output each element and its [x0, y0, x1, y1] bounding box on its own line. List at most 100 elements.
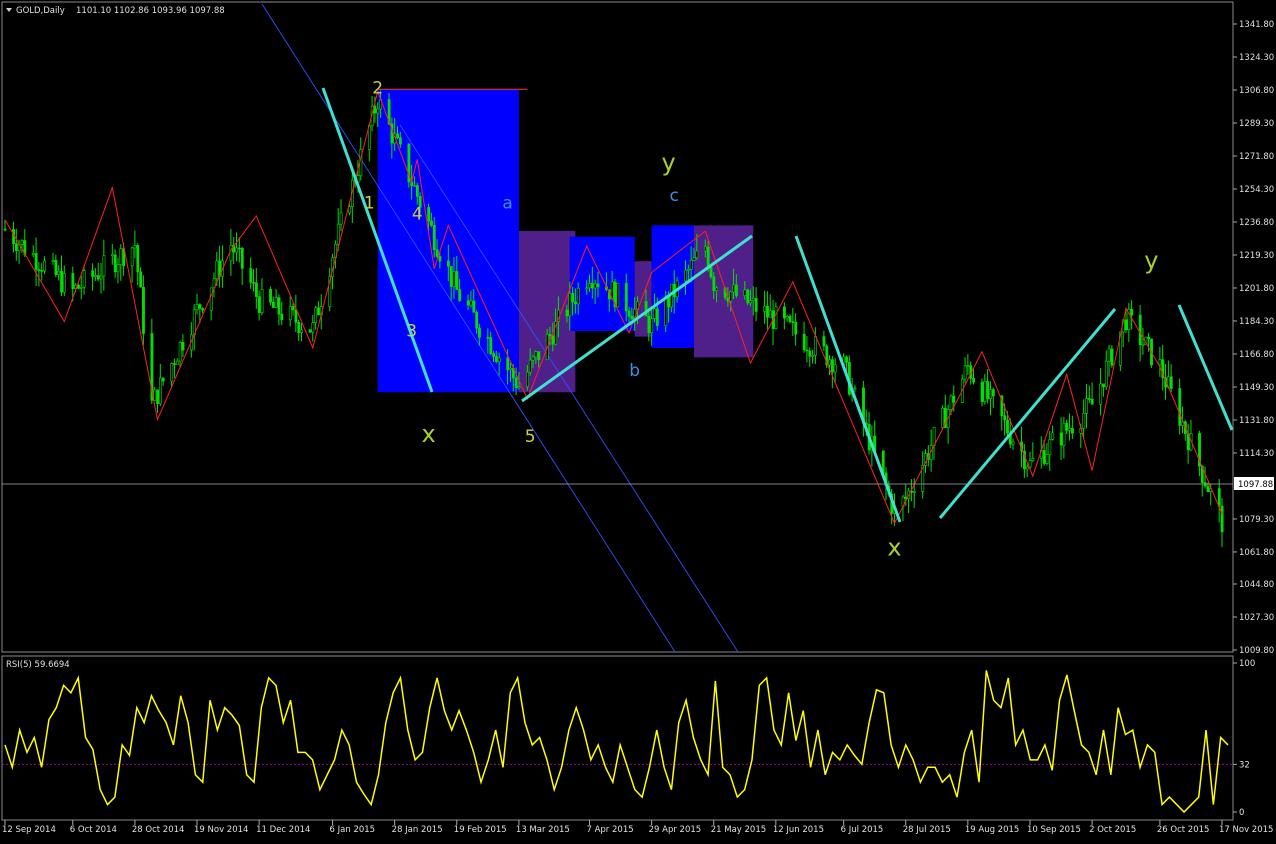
- price-tick-label: 1341.80: [1239, 20, 1274, 30]
- candle-body: [288, 306, 292, 321]
- candle-body: [751, 298, 755, 301]
- candle-body: [54, 260, 58, 275]
- candle-body: [209, 287, 213, 311]
- candle-body: [627, 310, 631, 317]
- candle-body: [99, 275, 103, 280]
- candle-body: [271, 301, 275, 308]
- candle-body: [229, 245, 233, 262]
- candle-body: [82, 270, 86, 288]
- trendline: [794, 235, 902, 523]
- candle-body: [136, 245, 140, 273]
- candle-body: [1124, 319, 1128, 331]
- candle-body: [647, 315, 651, 333]
- price-tick-label: 1114.30: [1239, 449, 1274, 459]
- wave-label: 4: [412, 205, 423, 225]
- candle-body: [650, 318, 654, 333]
- candle-body: [655, 308, 659, 326]
- candle-body: [574, 301, 577, 305]
- candle-body: [94, 275, 97, 277]
- candle-body: [294, 309, 298, 323]
- candle-body: [814, 336, 817, 356]
- candle-body: [34, 253, 38, 270]
- candle-body: [37, 269, 41, 271]
- candle-body: [277, 297, 281, 315]
- candle-body: [833, 364, 837, 373]
- candle-body: [591, 283, 594, 289]
- candle-body: [492, 353, 495, 357]
- candle-body: [1130, 308, 1134, 316]
- candle-body: [449, 265, 453, 287]
- candle-body: [715, 287, 719, 292]
- candle-body: [257, 296, 261, 313]
- candle-body: [1051, 432, 1055, 440]
- wave-label: 1: [364, 193, 375, 213]
- candle-body: [260, 289, 264, 313]
- candle-body: [703, 246, 707, 252]
- candle-body: [1138, 314, 1142, 346]
- candle-body: [568, 293, 572, 317]
- candle-body: [71, 273, 75, 289]
- candle-body: [783, 306, 786, 319]
- candle-body: [269, 289, 272, 303]
- candle-body: [1158, 359, 1162, 366]
- candle-body: [110, 254, 114, 257]
- candle-body: [156, 389, 159, 405]
- candle-body: [308, 329, 312, 333]
- price-tick-label: 1254.30: [1239, 185, 1274, 195]
- candle-body: [980, 381, 984, 402]
- candle-body: [952, 395, 956, 403]
- candle-body: [949, 395, 953, 410]
- price-tick-label: 1166.80: [1239, 350, 1274, 360]
- candle-body: [130, 247, 134, 267]
- candle-body: [159, 377, 162, 405]
- candle-body: [3, 228, 7, 231]
- candle-body: [170, 363, 174, 382]
- candle-body: [788, 316, 792, 322]
- candle-body: [1045, 454, 1049, 464]
- date-axis: 12 Sep 2014 6 Oct 2014 28 Oct 2014 19 Nov 2…: [2, 820, 1273, 835]
- candle-body: [706, 246, 710, 268]
- chart-canvas[interactable]: 21435xabcyxy 1341.801324.301306.801289.3…: [0, 0, 1276, 840]
- date-tick-label: 10 Sep 2015: [1027, 825, 1081, 835]
- candle-body: [692, 257, 696, 261]
- candle-body: [195, 304, 199, 311]
- candle-body: [616, 283, 620, 308]
- candle-body: [60, 270, 63, 293]
- candle-body: [653, 308, 656, 319]
- candle-body: [811, 354, 815, 357]
- rsi-label: RSI(5) 59.6694: [6, 660, 70, 670]
- price-tick-label: 1027.30: [1239, 613, 1274, 623]
- candle-body: [14, 243, 18, 251]
- candle-body: [766, 305, 769, 318]
- candle-body: [983, 381, 987, 402]
- date-tick-label: 7 Apr 2015: [586, 825, 633, 835]
- candle-body: [966, 365, 970, 367]
- candle-body: [478, 327, 481, 338]
- price-tick-label: 1306.80: [1239, 86, 1274, 96]
- candle-body: [161, 377, 165, 382]
- date-tick-label: 29 Apr 2015: [649, 825, 702, 835]
- candle-body: [808, 350, 812, 357]
- wave-label: y: [661, 149, 675, 177]
- chart-menu-arrow-icon[interactable]: [6, 8, 12, 12]
- candle-body: [339, 212, 343, 225]
- date-tick-label: 28 Oct 2014: [132, 825, 185, 835]
- wave-label: 2: [372, 78, 383, 98]
- candle-body: [62, 273, 66, 293]
- candle-body: [571, 293, 575, 303]
- candle-body: [198, 304, 202, 309]
- date-tick-label: 21 May 2015: [711, 825, 766, 835]
- candle-body: [178, 342, 182, 362]
- candle-body: [1011, 441, 1015, 445]
- candle-body: [466, 300, 470, 306]
- candle-body: [684, 269, 688, 282]
- rsi-tick-label: 100: [1239, 659, 1255, 669]
- chart-window[interactable]: 21435xabcyxy 1341.80 1324.30 1306.80 1289.3…: [0, 0, 1276, 840]
- candle-body: [1085, 398, 1088, 414]
- candle-body: [746, 289, 750, 304]
- candle-body: [181, 342, 185, 351]
- date-tick-label: 28 Jul 2015: [903, 825, 951, 835]
- price-tick-label: 1079.30: [1239, 515, 1274, 525]
- candle-body: [435, 249, 439, 257]
- candle-body: [336, 223, 340, 245]
